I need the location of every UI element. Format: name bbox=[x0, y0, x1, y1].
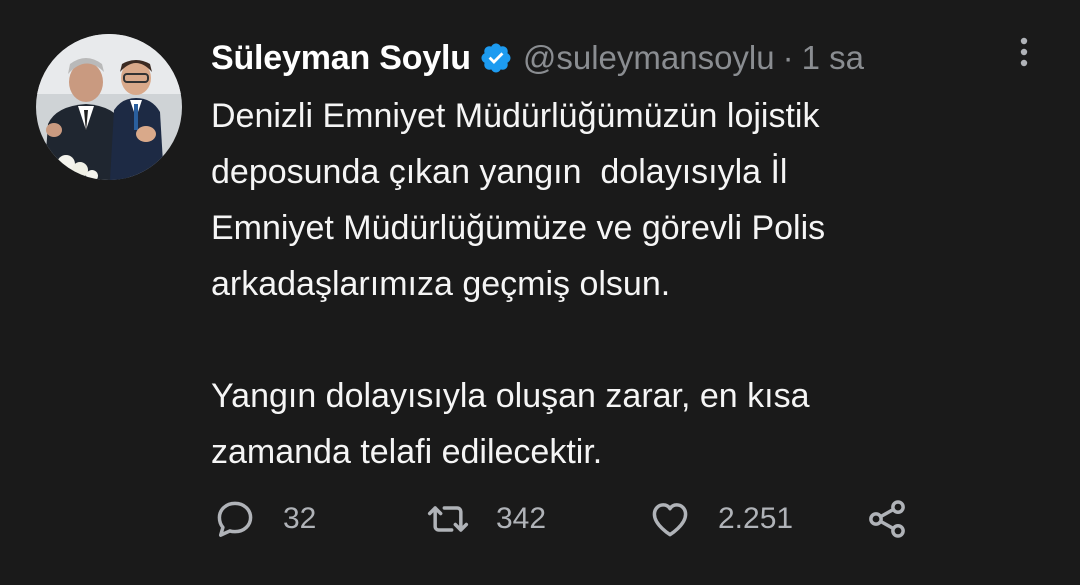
reply-button[interactable]: 32 bbox=[213, 496, 316, 542]
tweet-paragraph: Yangın dolayısıyla oluşan zarar, en kısa… bbox=[211, 377, 810, 471]
retweet-button[interactable]: 342 bbox=[426, 496, 546, 542]
like-count: 2.251 bbox=[718, 502, 794, 535]
heart-icon bbox=[652, 503, 688, 537]
share-button[interactable] bbox=[865, 496, 909, 542]
verified-badge-icon bbox=[479, 41, 513, 75]
more-options-icon[interactable] bbox=[1012, 36, 1036, 72]
separator-dot: · bbox=[782, 39, 794, 76]
retweet-icon bbox=[427, 506, 469, 532]
tweet-header: Süleyman Soylu @suleymansoylu · 1 sa bbox=[211, 36, 864, 80]
retweet-count: 342 bbox=[496, 502, 547, 535]
timestamp[interactable]: 1 sa bbox=[802, 39, 864, 77]
display-name[interactable]: Süleyman Soylu bbox=[211, 39, 471, 78]
tweet-card: Süleyman Soylu @suleymansoylu · 1 sa Den… bbox=[0, 0, 1080, 585]
tweet-paragraph: Denizli Emniyet Müdürlüğümüzün lojistik … bbox=[211, 97, 826, 303]
reply-icon bbox=[217, 501, 253, 537]
user-handle[interactable]: @suleymansoylu bbox=[523, 39, 775, 77]
share-icon bbox=[869, 500, 905, 538]
reply-count: 32 bbox=[283, 502, 317, 535]
profile-photo bbox=[36, 34, 182, 180]
avatar[interactable] bbox=[36, 34, 182, 180]
tweet-text: Denizli Emniyet Müdürlüğümüzün lojistik … bbox=[211, 88, 1051, 480]
like-button[interactable]: 2.251 bbox=[648, 496, 793, 542]
tweet-actions: 32 342 2.251 bbox=[213, 496, 933, 542]
